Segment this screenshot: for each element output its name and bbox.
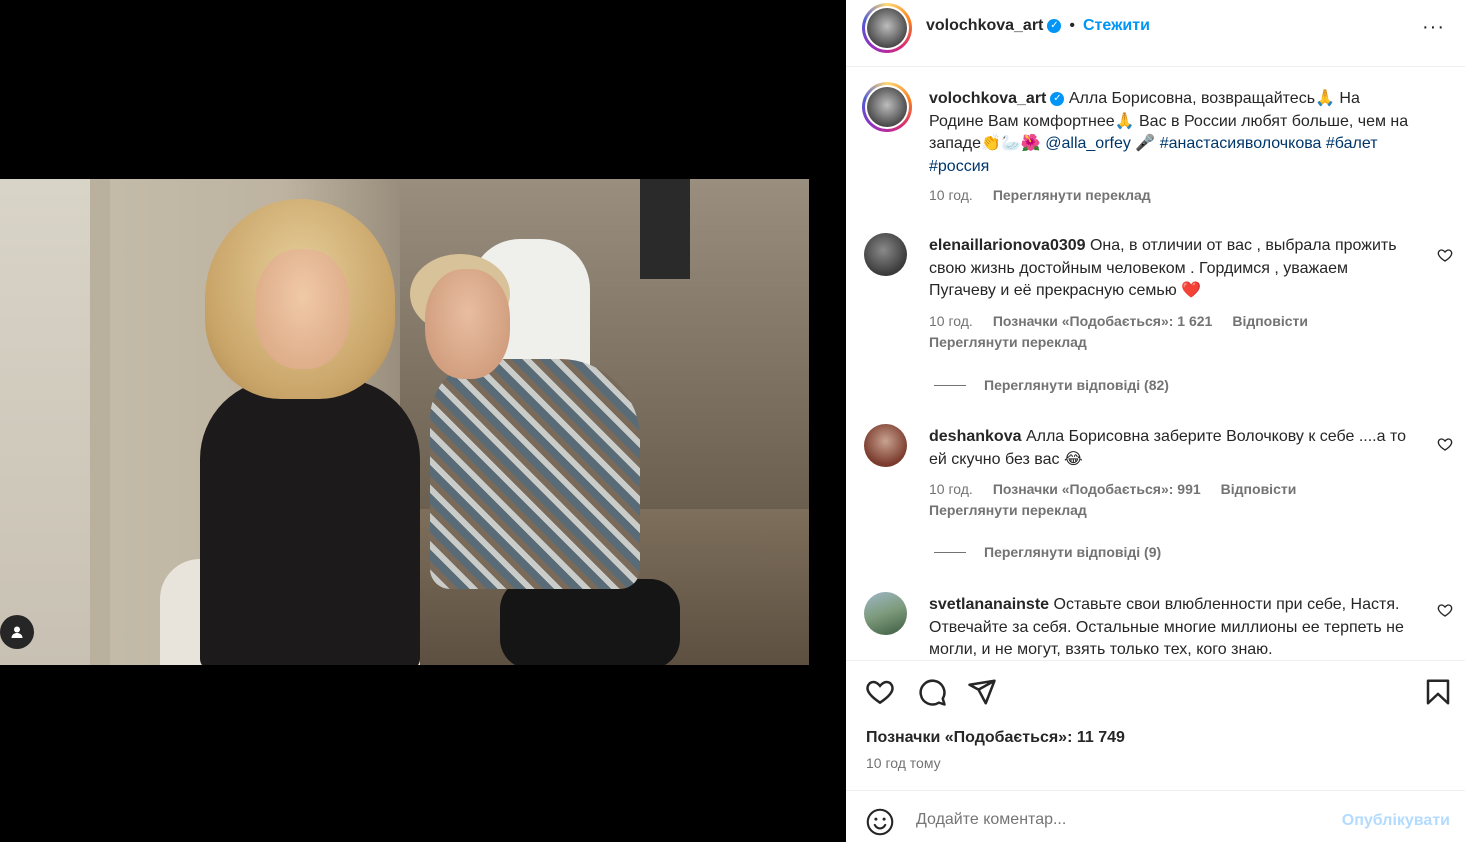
translate-link[interactable]: Переглянути переклад <box>929 502 1087 518</box>
post-side-panel: volochkova_art ✓ • Стежити ··· volochkov… <box>846 0 1465 842</box>
commenter-username[interactable]: elenaillarionova0309 <box>929 237 1086 254</box>
view-replies-button[interactable]: Переглянути відповіді (9) <box>934 544 1161 560</box>
comments-list[interactable]: volochkova_art ✓ Алла Борисовна, возвраща… <box>846 68 1465 660</box>
post-media-area <box>0 0 846 842</box>
post-likes-count[interactable]: Позначки «Подобається»: 11 749 <box>866 729 1125 747</box>
caption-avatar[interactable] <box>862 82 912 132</box>
photo-person-left-face <box>255 249 350 369</box>
emoji-icon[interactable] <box>866 808 894 836</box>
view-replies-label: Переглянути відповіді (9) <box>984 544 1162 560</box>
more-options-icon[interactable]: ··· <box>1422 16 1445 39</box>
author-avatar[interactable] <box>862 3 912 53</box>
heart-icon[interactable] <box>1437 602 1453 618</box>
user-tag-icon <box>11 626 23 638</box>
comment-time: 10 год. <box>929 481 973 497</box>
comment-text: deshankova Алла Борисовна заберите Волоч… <box>929 426 1414 471</box>
verified-badge-icon: ✓ <box>1047 19 1062 33</box>
comment-time: 10 год. <box>929 313 973 329</box>
add-comment-bar: Опублікувати <box>846 790 1465 842</box>
photo-background-figure <box>640 179 690 279</box>
comment-meta: 10 год. Позначки «Подобається»: 991 Відп… <box>929 481 1296 497</box>
translate-link[interactable]: Переглянути переклад <box>929 334 1087 350</box>
hashtag-link[interactable]: #балет <box>1326 135 1378 152</box>
caption-text: volochkova_art ✓ Алла Борисовна, возвраща… <box>929 88 1414 178</box>
comment-bubble-icon[interactable] <box>917 677 947 707</box>
photo-door <box>90 179 110 665</box>
share-send-icon[interactable] <box>967 677 997 707</box>
photo-wall <box>0 179 100 665</box>
verified-badge-icon: ✓ <box>1050 91 1065 106</box>
post-timestamp[interactable]: 10 год тому <box>866 755 941 771</box>
comment-text: elenaillarionova0309 Она, в отличии от в… <box>929 235 1414 303</box>
translate-link[interactable]: Переглянути переклад <box>993 187 1151 203</box>
photo-person-left-body <box>200 379 420 665</box>
heart-icon[interactable] <box>1437 436 1453 452</box>
commenter-username[interactable]: deshankova <box>929 428 1021 445</box>
comment-input[interactable] <box>916 811 1316 829</box>
photo-person-right-legs <box>500 579 680 665</box>
photo-person-right-body <box>430 359 640 589</box>
commenter-avatar[interactable] <box>864 424 907 467</box>
commenter-avatar[interactable] <box>864 233 907 276</box>
reply-button[interactable]: Відповісти <box>1221 481 1297 497</box>
caption-time: 10 год. <box>929 187 973 203</box>
follow-button[interactable]: Стежити <box>1083 17 1150 35</box>
caption-mention-link[interactable]: @alla_orfey <box>1045 135 1131 152</box>
reply-button[interactable]: Відповісти <box>1232 313 1308 329</box>
comment-likes-count[interactable]: Позначки «Подобається»: 991 <box>993 481 1201 497</box>
replies-divider <box>934 384 966 386</box>
comment-likes-count[interactable]: Позначки «Подобається»: 1 621 <box>993 313 1213 329</box>
post-header: volochkova_art ✓ • Стежити ··· <box>846 0 1465 67</box>
view-replies-label: Переглянути відповіді (82) <box>984 377 1169 393</box>
save-bookmark-icon[interactable] <box>1423 677 1453 707</box>
caption-meta: 10 год. Переглянути переклад <box>929 187 1151 203</box>
post-comment-button[interactable]: Опублікувати <box>1342 812 1450 830</box>
hashtag-link[interactable]: #россия <box>929 158 989 175</box>
photo-person-right-face <box>425 269 510 379</box>
commenter-username[interactable]: svetlananainste <box>929 596 1049 613</box>
replies-divider <box>934 551 966 553</box>
post-actions: Позначки «Подобається»: 11 749 10 год то… <box>846 660 1465 780</box>
post-photo[interactable] <box>0 179 809 665</box>
hashtag-link[interactable]: #анастасияволочкова <box>1160 135 1322 152</box>
caption-username[interactable]: volochkova_art <box>929 90 1046 107</box>
comment-text: svetlananainste Оставьте свои влюбленнос… <box>929 594 1414 660</box>
author-username[interactable]: volochkova_art <box>926 17 1043 35</box>
caption-body-part2: 🎤 <box>1130 135 1160 152</box>
comment-meta: 10 год. Позначки «Подобається»: 1 621 Ві… <box>929 313 1308 329</box>
view-replies-button[interactable]: Переглянути відповіді (82) <box>934 377 1169 393</box>
commenter-avatar[interactable] <box>864 592 907 635</box>
heart-icon[interactable] <box>1437 247 1453 263</box>
like-heart-icon[interactable] <box>865 677 895 707</box>
tagged-users-button[interactable] <box>0 615 34 649</box>
separator-dot: • <box>1069 17 1075 34</box>
